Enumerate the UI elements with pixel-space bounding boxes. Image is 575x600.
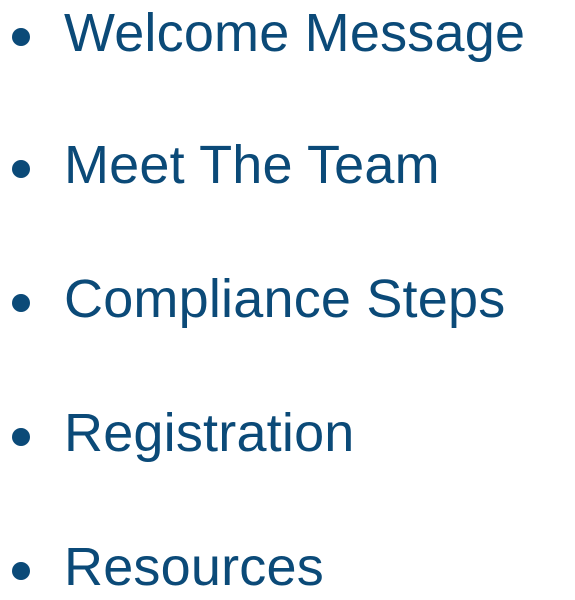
nav-item-meet-the-team[interactable]: Meet The Team bbox=[0, 132, 575, 202]
nav-link-registration[interactable]: Registration bbox=[64, 400, 355, 466]
bullet-icon bbox=[12, 28, 30, 46]
nav-item-resources[interactable]: Resources bbox=[0, 534, 575, 600]
nav-link-compliance-steps[interactable]: Compliance Steps bbox=[64, 266, 505, 332]
nav-item-compliance-steps[interactable]: Compliance Steps bbox=[0, 266, 575, 336]
nav-link-resources[interactable]: Resources bbox=[64, 534, 324, 600]
bullet-icon bbox=[12, 428, 30, 446]
nav-item-registration[interactable]: Registration bbox=[0, 400, 575, 470]
nav-link-welcome-message[interactable]: Welcome Message bbox=[64, 0, 525, 66]
nav-link-meet-the-team[interactable]: Meet The Team bbox=[64, 132, 440, 198]
bullet-icon bbox=[12, 562, 30, 580]
bullet-icon bbox=[12, 160, 30, 178]
bullet-icon bbox=[12, 294, 30, 312]
nav-item-welcome-message[interactable]: Welcome Message bbox=[0, 0, 575, 70]
